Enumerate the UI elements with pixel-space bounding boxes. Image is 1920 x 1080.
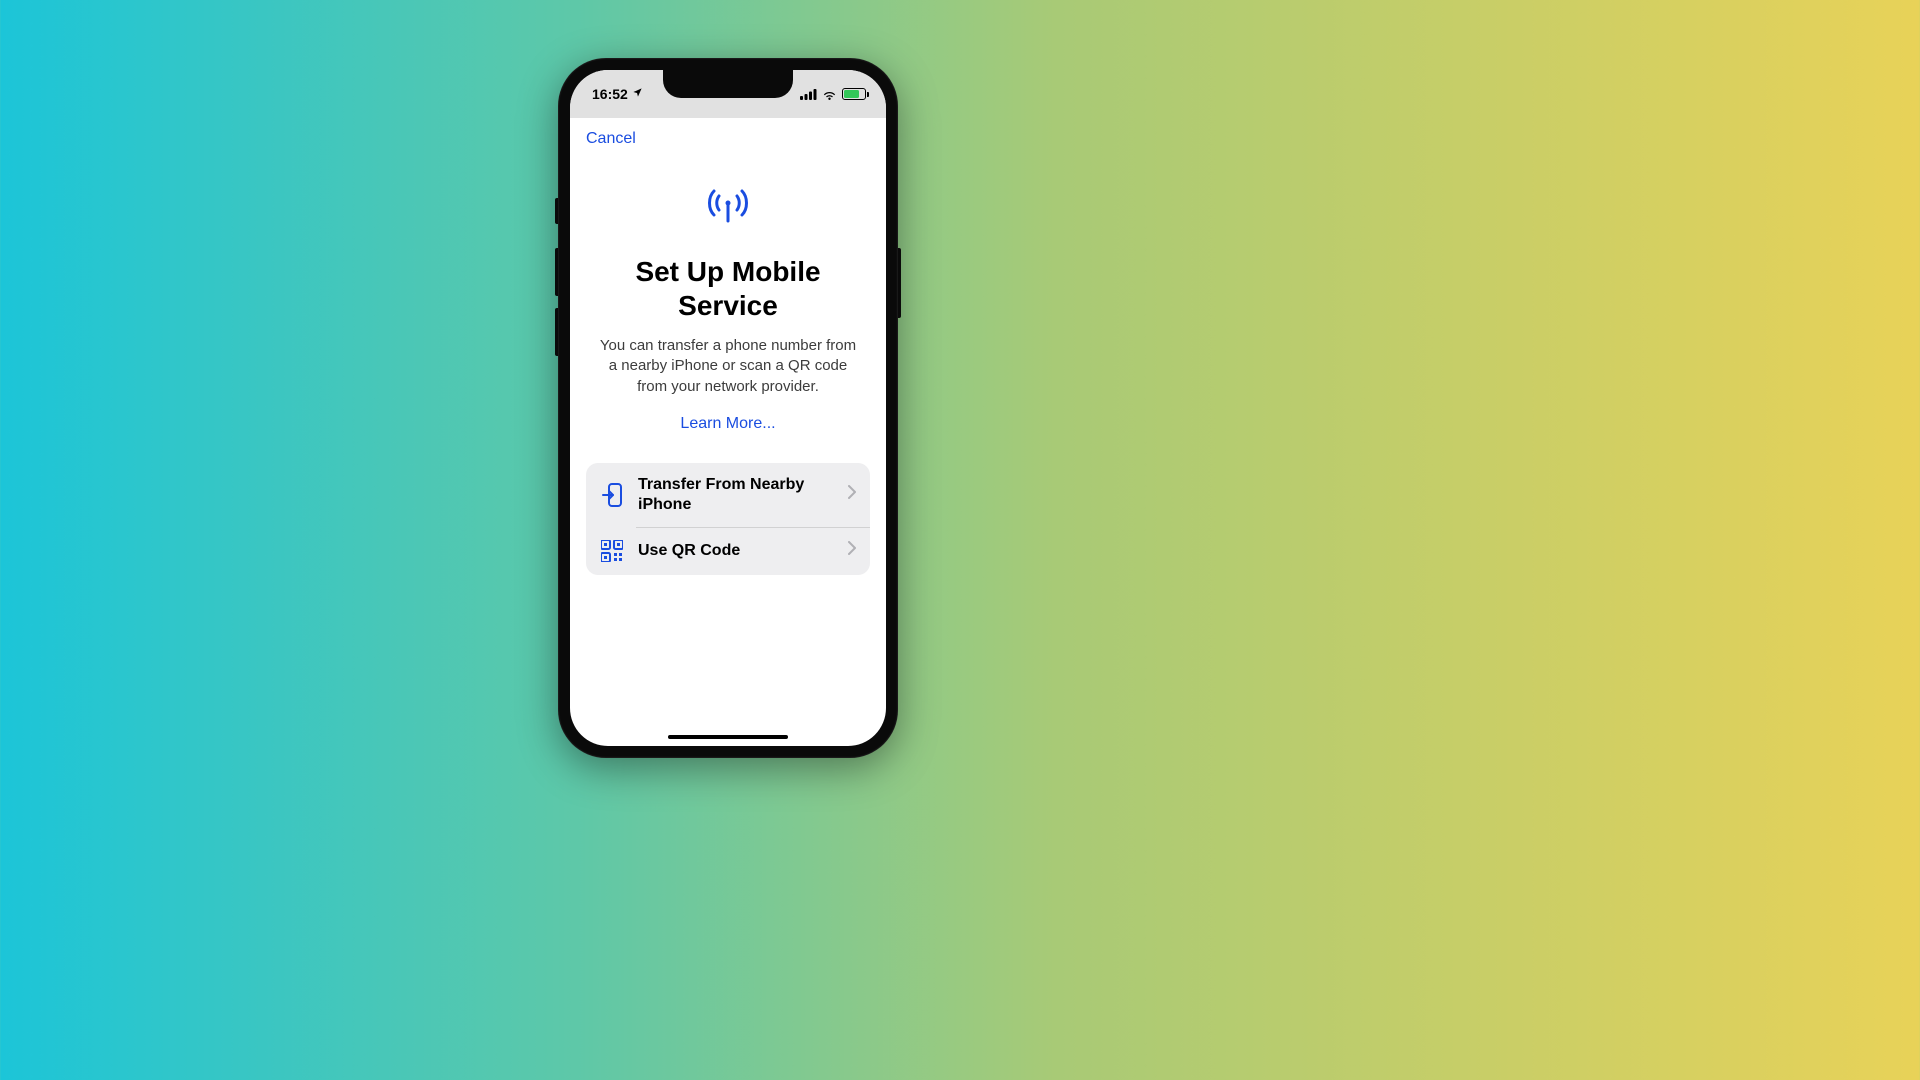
chevron-right-icon	[848, 541, 856, 560]
learn-more-link[interactable]: Learn More...	[680, 415, 775, 433]
option-use-qr-code[interactable]: Use QR Code	[586, 527, 870, 575]
phone-screen: 16:52	[570, 70, 886, 746]
wifi-icon	[822, 89, 837, 100]
option-label: Use QR Code	[638, 541, 834, 561]
page-description: You can transfer a phone number from a n…	[586, 336, 870, 397]
cellular-signal-icon	[800, 89, 817, 100]
nav-header: Cancel	[570, 118, 886, 160]
option-label: Transfer From Nearby iPhone	[638, 475, 834, 515]
transfer-in-icon	[600, 483, 624, 507]
location-icon	[632, 87, 643, 101]
cancel-button[interactable]: Cancel	[586, 130, 636, 147]
phone-device-frame: 16:52	[558, 58, 898, 758]
status-time: 16:52	[592, 86, 628, 102]
options-list: Transfer From Nearby iPhone	[586, 463, 870, 575]
qr-code-icon	[600, 539, 624, 563]
battery-icon	[842, 88, 866, 100]
home-indicator[interactable]	[668, 735, 788, 739]
notch	[663, 70, 793, 98]
option-transfer-nearby[interactable]: Transfer From Nearby iPhone	[586, 463, 870, 527]
chevron-right-icon	[848, 485, 856, 504]
antenna-icon	[705, 186, 751, 229]
page-title: Set Up Mobile Service	[586, 255, 870, 322]
main-content: Set Up Mobile Service You can transfer a…	[570, 160, 886, 746]
